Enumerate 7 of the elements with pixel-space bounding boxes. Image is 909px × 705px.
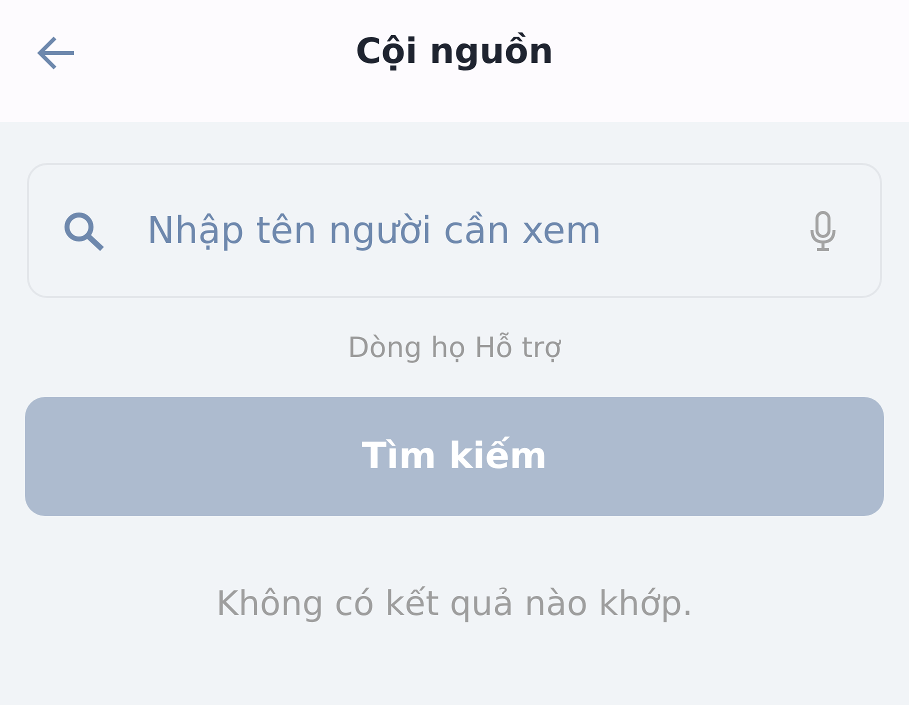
back-arrow-icon[interactable] xyxy=(36,35,76,71)
empty-message: Không có kết quả nào khớp. xyxy=(215,583,694,626)
microphone-icon[interactable] xyxy=(810,211,836,251)
search-field[interactable]: Nhập tên người cần xem xyxy=(27,163,882,298)
search-icon xyxy=(63,211,105,251)
page-title: Cội nguồn xyxy=(356,31,554,74)
scope-label: Dòng họ Hỗ trợ xyxy=(346,330,562,366)
